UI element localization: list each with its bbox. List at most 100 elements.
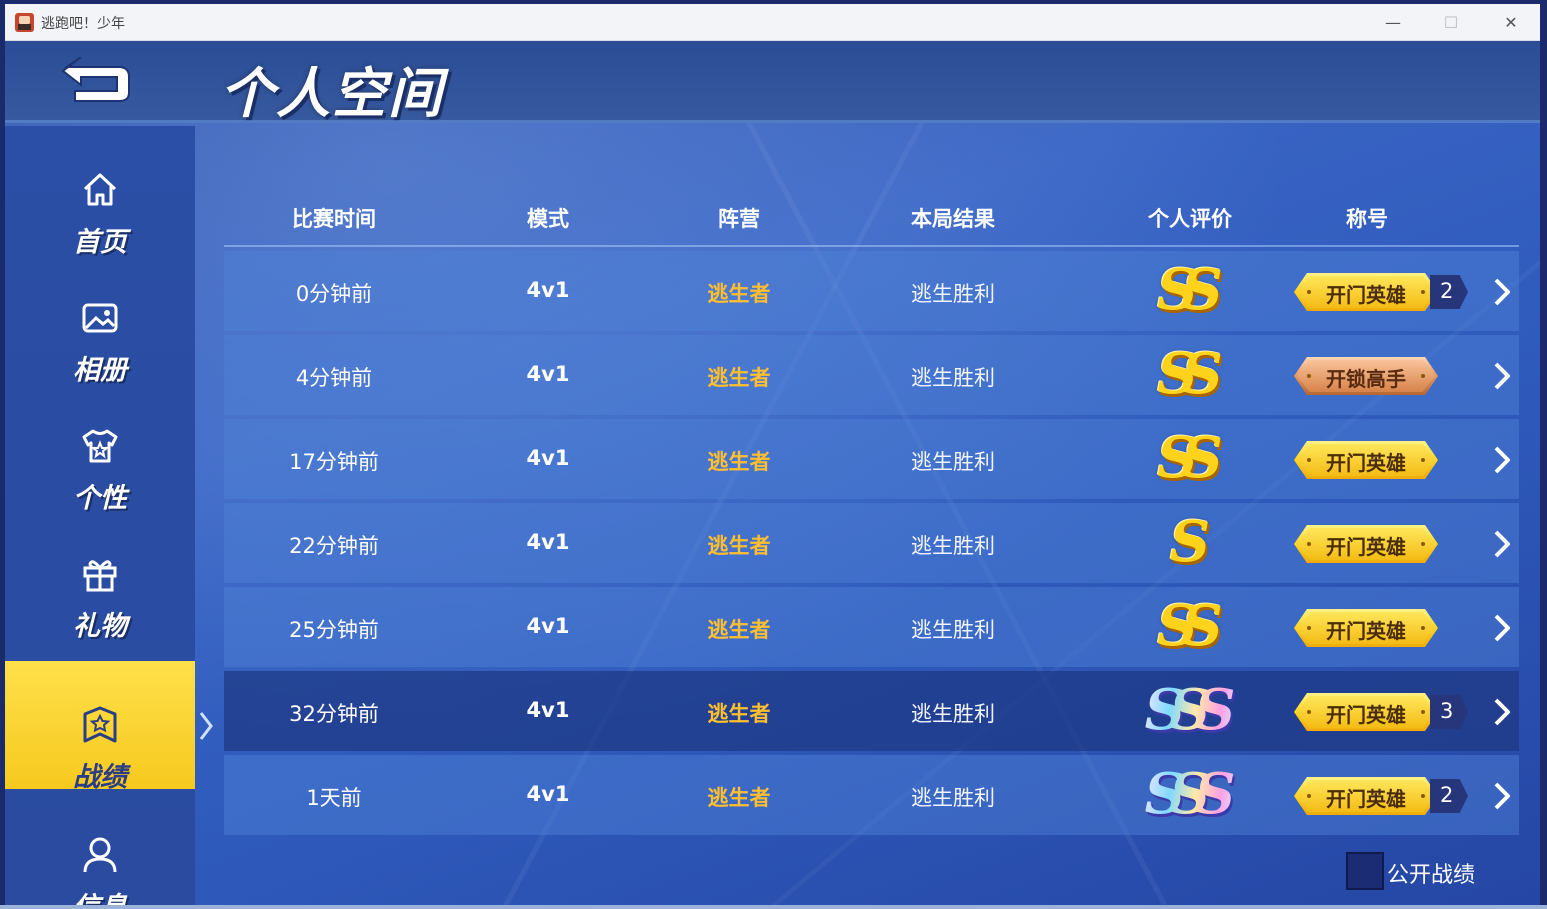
public-record-label: 公开战绩	[1387, 863, 1476, 888]
match-result: 逃生胜利	[911, 450, 995, 474]
match-camp: 逃生者	[707, 786, 771, 810]
table-header: 比赛时间 模式 阵营 本局结果 个人评价 称号	[224, 191, 1519, 247]
title-badge: 开门英雄	[1294, 609, 1438, 647]
table-row[interactable]: 1天前 4v1 逃生者 逃生胜利 SSS 开门英雄 2	[224, 755, 1519, 835]
chevron-right-icon	[199, 712, 213, 740]
match-camp: 逃生者	[707, 450, 771, 474]
match-result: 逃生胜利	[911, 786, 995, 810]
match-mode: 4v1	[526, 278, 570, 302]
page-header: 个人空间	[5, 41, 1540, 125]
title-count: 2	[1440, 783, 1454, 807]
chevron-right-icon[interactable]	[1492, 529, 1512, 559]
app-icon	[15, 13, 34, 32]
column-header: 模式	[527, 207, 569, 231]
match-time: 0分钟前	[295, 282, 373, 306]
sidebar-nav: 首页 相册 个性 礼物 战绩	[5, 126, 195, 905]
sidebar-item-label: 信息	[5, 885, 195, 905]
sidebar-item-gift[interactable]: 礼物	[5, 510, 195, 642]
page-title: 个人空间	[220, 62, 444, 125]
title-badge-label: 开门英雄	[1326, 787, 1406, 811]
close-button[interactable]: ✕	[1489, 9, 1533, 37]
title-count: 3	[1440, 699, 1454, 723]
column-header: 比赛时间	[292, 207, 376, 231]
title-badge: 开门英雄	[1294, 693, 1438, 731]
grade-badge: SS	[1157, 257, 1223, 323]
sidebar-item-info[interactable]: 信息	[5, 791, 195, 905]
back-arrow-icon[interactable]	[59, 57, 133, 105]
game-viewport: 个人空间 首页 相册 个性 礼物 战绩 比赛时间 模式 阵营 本局结果 个人评价…	[5, 41, 1540, 905]
match-camp: 逃生者	[707, 366, 771, 390]
title-badge: 开门英雄	[1294, 777, 1438, 815]
minimize-button[interactable]: —	[1371, 9, 1415, 37]
chevron-right-icon[interactable]	[1492, 361, 1512, 391]
title-count-tag: 2	[1430, 275, 1468, 309]
match-time: 17分钟前	[289, 450, 379, 474]
match-time: 32分钟前	[289, 702, 379, 726]
sidebar-item-home[interactable]: 首页	[5, 126, 195, 258]
chevron-right-icon[interactable]	[1492, 277, 1512, 307]
grade-badge: SSS	[1145, 677, 1236, 743]
match-time: 1天前	[306, 786, 362, 810]
user-icon	[83, 837, 117, 873]
table-row[interactable]: 32分钟前 4v1 逃生者 逃生胜利 SSS 开门英雄 3	[224, 671, 1519, 751]
chevron-right-icon[interactable]	[1492, 445, 1512, 475]
match-mode: 4v1	[526, 614, 570, 638]
match-mode: 4v1	[526, 446, 570, 470]
match-camp: 逃生者	[707, 282, 771, 306]
sidebar-item-style[interactable]: 个性	[5, 382, 195, 514]
sidebar-item-label: 战绩	[73, 762, 127, 793]
column-header: 称号	[1346, 207, 1388, 231]
public-record-checkbox[interactable]	[1346, 852, 1384, 890]
table-row[interactable]: 22分钟前 4v1 逃生者 逃生胜利 S 开门英雄	[224, 503, 1519, 583]
match-result: 逃生胜利	[911, 702, 995, 726]
column-header: 本局结果	[911, 207, 995, 231]
match-mode: 4v1	[526, 362, 570, 386]
title-count-tag: 2	[1430, 779, 1468, 813]
home-icon	[83, 173, 117, 206]
title-badge-label: 开门英雄	[1326, 619, 1406, 643]
grade-badge: SS	[1157, 425, 1223, 491]
chevron-right-icon[interactable]	[1492, 697, 1512, 727]
column-header: 个人评价	[1148, 207, 1232, 231]
grade-badge: SSS	[1145, 761, 1236, 827]
match-mode: 4v1	[526, 698, 570, 722]
maximize-button[interactable]: ☐	[1429, 9, 1473, 37]
match-mode: 4v1	[526, 782, 570, 806]
title-badge-label: 开门英雄	[1326, 703, 1406, 727]
title-badge-label: 开门英雄	[1326, 451, 1406, 475]
match-result: 逃生胜利	[911, 366, 995, 390]
title-badge-label: 开门英雄	[1326, 283, 1406, 307]
image-icon	[82, 303, 118, 333]
grade-badge: SS	[1157, 593, 1223, 659]
title-badge: 开门英雄	[1294, 441, 1438, 479]
match-camp: 逃生者	[707, 702, 771, 726]
table-row[interactable]: 0分钟前 4v1 逃生者 逃生胜利 SS 开门英雄 2	[224, 251, 1519, 331]
table-row[interactable]: 17分钟前 4v1 逃生者 逃生胜利 SS 开门英雄	[224, 419, 1519, 499]
sidebar-item-album[interactable]: 相册	[5, 254, 195, 386]
window-titlebar: 逃跑吧！少年 — ☐ ✕	[5, 4, 1540, 41]
sidebar-item-label: 礼物	[73, 611, 127, 642]
chevron-right-icon[interactable]	[1492, 781, 1512, 811]
match-result: 逃生胜利	[911, 618, 995, 642]
grade-badge: SS	[1157, 341, 1223, 407]
table-row[interactable]: 25分钟前 4v1 逃生者 逃生胜利 SS 开门英雄	[224, 587, 1519, 667]
gift-icon	[83, 560, 117, 592]
title-badge-label: 开门英雄	[1326, 535, 1406, 559]
match-time: 25分钟前	[289, 618, 379, 642]
records-table: 比赛时间 模式 阵营 本局结果 个人评价 称号 0分钟前 4v1 逃生者 逃生胜…	[224, 191, 1519, 835]
grade-badge: S	[1169, 509, 1211, 575]
match-camp: 逃生者	[707, 618, 771, 642]
badge-icon	[83, 706, 117, 743]
window-title: 逃跑吧！少年	[41, 16, 125, 32]
desktop-edge	[0, 905, 1547, 909]
title-badge: 开门英雄	[1294, 525, 1438, 563]
title-count-tag: 3	[1430, 695, 1468, 729]
shirt-icon	[82, 429, 118, 463]
title-badge: 开锁高手	[1294, 357, 1438, 395]
table-row[interactable]: 4分钟前 4v1 逃生者 逃生胜利 SS 开锁高手	[224, 335, 1519, 415]
match-time: 22分钟前	[289, 534, 379, 558]
sidebar-item-records[interactable]: 战绩	[5, 661, 195, 793]
match-mode: 4v1	[526, 530, 570, 554]
title-count: 2	[1440, 279, 1454, 303]
chevron-right-icon[interactable]	[1492, 613, 1512, 643]
